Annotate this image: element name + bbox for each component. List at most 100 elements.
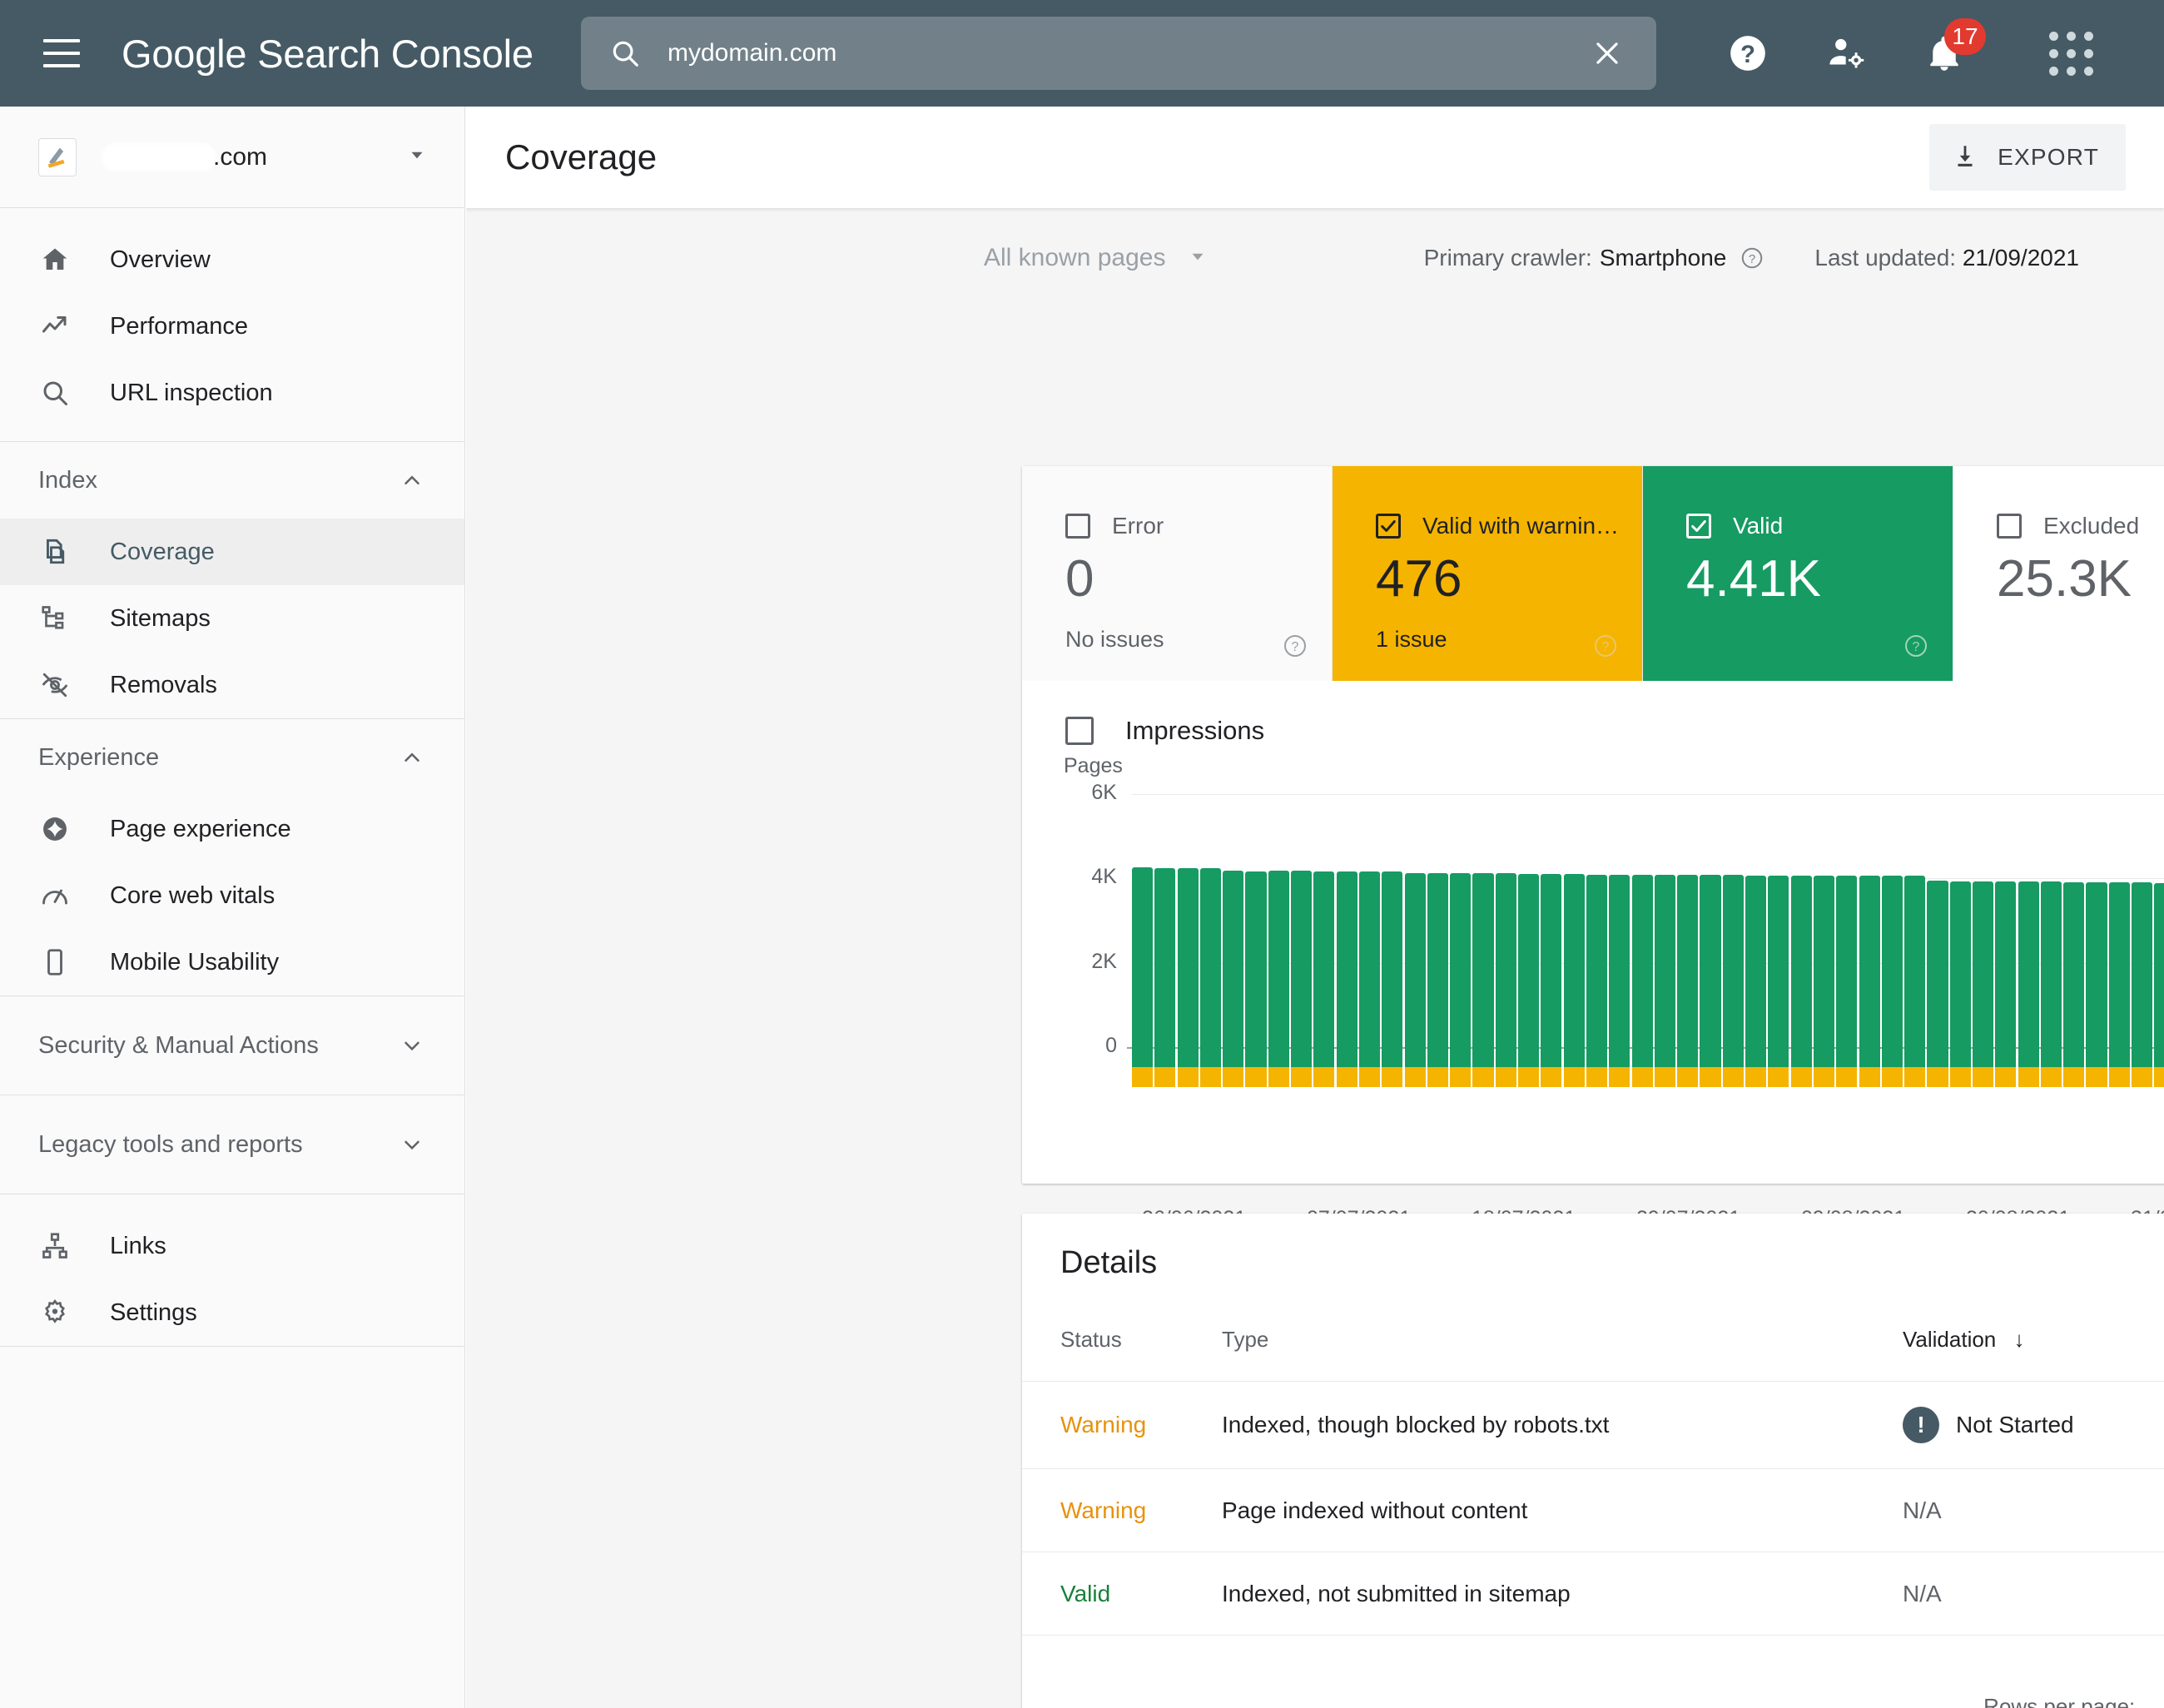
bar[interactable] — [1223, 834, 1244, 1087]
chevron-up-icon[interactable] — [400, 745, 424, 770]
sidebar-item-url-inspection[interactable]: URL inspection — [0, 360, 464, 426]
bar[interactable] — [1995, 834, 2017, 1087]
chevron-down-icon[interactable] — [400, 1033, 424, 1058]
section-header-experience[interactable]: Experience — [0, 719, 464, 796]
bar[interactable] — [1881, 834, 1903, 1087]
bar[interactable] — [1199, 834, 1221, 1087]
checkbox-unchecked-icon[interactable] — [1065, 514, 1090, 539]
bar[interactable] — [1472, 834, 1494, 1087]
section-header-index[interactable]: Index — [0, 442, 464, 519]
account-settings-icon[interactable] — [1808, 15, 1884, 92]
column-header-status[interactable]: Status — [1022, 1312, 1222, 1382]
bar[interactable] — [1541, 834, 1562, 1087]
help-icon[interactable]: ? — [1740, 246, 1764, 271]
help-icon[interactable]: ? — [1903, 633, 1929, 659]
bar[interactable] — [1654, 834, 1675, 1087]
bar[interactable] — [1427, 834, 1448, 1087]
table-row[interactable]: Valid Indexed, not submitted in sitemap N/… — [1022, 1552, 2164, 1636]
bar[interactable] — [1495, 834, 1516, 1087]
bar[interactable] — [1972, 834, 1994, 1087]
chevron-up-icon[interactable] — [400, 468, 424, 493]
status-card-valid[interactable]: Valid 4.41K ? — [1643, 466, 1953, 681]
checkbox-checked-icon[interactable] — [1376, 514, 1401, 539]
sidebar-item-removals[interactable]: Removals — [0, 652, 464, 718]
column-header-type[interactable]: Type — [1222, 1312, 1903, 1382]
bar[interactable] — [1790, 834, 1812, 1087]
bar[interactable] — [1609, 834, 1630, 1087]
property-selector[interactable]: .com — [0, 107, 464, 208]
status-card-error[interactable]: Error 0 No issues ? — [1022, 466, 1333, 681]
bar[interactable] — [1291, 834, 1313, 1087]
bar[interactable] — [1450, 834, 1472, 1087]
bar[interactable] — [1904, 834, 1926, 1087]
bar[interactable] — [1518, 834, 1540, 1087]
bar[interactable] — [1177, 834, 1199, 1087]
bar[interactable] — [1927, 834, 1948, 1087]
bar[interactable] — [1336, 834, 1357, 1087]
bar[interactable] — [1949, 834, 1971, 1087]
bar[interactable] — [1268, 834, 1289, 1087]
bar[interactable] — [1245, 834, 1267, 1087]
bar[interactable] — [2018, 834, 2039, 1087]
sidebar-item-overview[interactable]: Overview — [0, 226, 464, 293]
bar[interactable] — [1700, 834, 1721, 1087]
checkbox-unchecked-icon[interactable] — [1997, 514, 2022, 539]
bar[interactable] — [1586, 834, 1608, 1087]
bar[interactable] — [1404, 834, 1426, 1087]
apps-grid-icon[interactable] — [2032, 15, 2109, 92]
chevron-down-icon[interactable] — [400, 1132, 424, 1157]
page-filter-dropdown[interactable]: All known pages — [984, 244, 1209, 272]
bar[interactable] — [1358, 834, 1381, 1087]
table-row[interactable]: WarningPage indexed without contentN/A0 — [1022, 1468, 2164, 1552]
bar[interactable] — [1382, 834, 1403, 1087]
bell-icon[interactable]: 17 — [1906, 15, 1986, 92]
bar[interactable] — [1722, 834, 1744, 1087]
help-icon[interactable]: ? — [1592, 633, 1619, 659]
status-badge[interactable]: Valid — [1060, 1581, 1110, 1606]
bar[interactable] — [1313, 834, 1335, 1087]
column-header-validation[interactable]: Validation ↓ — [1903, 1312, 2164, 1382]
sidebar-item-page-experience[interactable]: Page experience — [0, 796, 464, 862]
chevron-down-icon[interactable] — [406, 144, 428, 170]
section-header-legacy[interactable]: Legacy tools and reports — [0, 1095, 464, 1194]
bar[interactable] — [2132, 834, 2153, 1087]
bar[interactable] — [2154, 834, 2164, 1087]
bar[interactable] — [2063, 834, 2085, 1087]
bar[interactable] — [1631, 834, 1653, 1087]
export-button[interactable]: EXPORT — [1929, 124, 2126, 191]
checkbox-unchecked-icon[interactable] — [1065, 717, 1094, 745]
sidebar-item-mobile-usability[interactable]: Mobile Usability — [0, 929, 464, 996]
close-icon[interactable] — [1591, 37, 1623, 69]
bar[interactable] — [1563, 834, 1585, 1087]
bar[interactable] — [1859, 834, 1880, 1087]
checkbox-checked-icon[interactable] — [1686, 514, 1711, 539]
sidebar-item-core-web-vitals[interactable]: Core web vitals — [0, 862, 464, 929]
help-icon[interactable]: ? — [1282, 633, 1308, 659]
sidebar-item-sitemaps[interactable]: Sitemaps — [0, 585, 464, 652]
status-card-valid-with-warnings[interactable]: Valid with warnin… 476 1 issue ? — [1333, 466, 1643, 681]
hamburger-icon[interactable] — [43, 39, 80, 67]
table-row[interactable]: Warning Indexed, though blocked by robots… — [1022, 1381, 2164, 1469]
bar[interactable] — [1132, 834, 1154, 1087]
bar[interactable] — [1813, 834, 1835, 1087]
bar[interactable] — [2040, 834, 2062, 1087]
sidebar-item-performance[interactable]: Performance — [0, 293, 464, 360]
search-input[interactable]: mydomain.com — [668, 39, 1591, 67]
bar[interactable] — [1836, 834, 1858, 1087]
bar[interactable] — [2086, 834, 2107, 1087]
help-icon[interactable]: ? — [1710, 15, 1786, 92]
status-badge[interactable]: Warning — [1060, 1497, 1146, 1523]
section-header-security[interactable]: Security & Manual Actions — [0, 996, 464, 1095]
bar[interactable] — [1154, 834, 1176, 1087]
bar[interactable] — [1677, 834, 1699, 1087]
bar[interactable] — [1768, 834, 1789, 1087]
bar[interactable] — [2108, 834, 2130, 1087]
sidebar-item-coverage[interactable]: Coverage — [0, 519, 464, 585]
bar[interactable] — [1745, 834, 1767, 1087]
sidebar-item-settings[interactable]: Settings — [0, 1279, 464, 1346]
status-badge[interactable]: Warning — [1060, 1412, 1146, 1437]
search-bar[interactable]: mydomain.com — [581, 17, 1656, 90]
status-card-excluded[interactable]: Excluded 25.3K ? — [1953, 466, 2164, 681]
sidebar-item-links[interactable]: Links — [0, 1213, 464, 1279]
impressions-toggle[interactable]: Impressions — [1022, 681, 2164, 746]
